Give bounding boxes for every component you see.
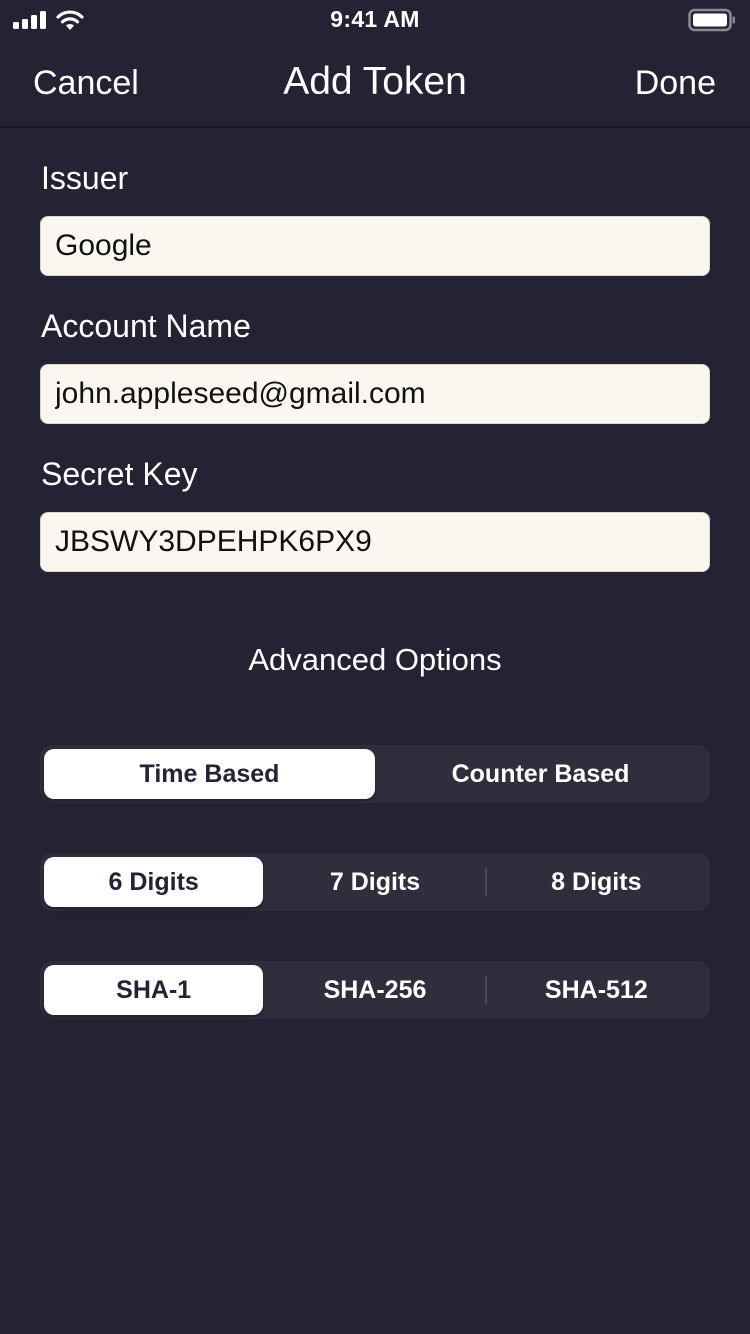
secret-key-label: Secret Key <box>41 456 198 492</box>
issuer-input[interactable] <box>40 216 710 276</box>
advanced-options-heading: Advanced Options <box>248 642 502 677</box>
digits-segmented-control: 6 Digits 7 Digits 8 Digits <box>40 853 710 911</box>
secret-key-input[interactable] <box>40 512 710 572</box>
segment-6-digits[interactable]: 6 Digits <box>44 857 264 907</box>
issuer-label: Issuer <box>41 160 129 196</box>
segment-8-digits[interactable]: 8 Digits <box>487 857 706 907</box>
segment-sha-1[interactable]: SHA-1 <box>44 965 264 1015</box>
algorithm-segmented-control: SHA-1 SHA-256 SHA-512 <box>40 961 710 1019</box>
account-name-label: Account Name <box>41 308 251 344</box>
segment-sha-256[interactable]: SHA-256 <box>265 965 484 1015</box>
done-button[interactable]: Done <box>635 64 716 103</box>
segment-7-digits[interactable]: 7 Digits <box>265 857 484 907</box>
segment-counter-based[interactable]: Counter Based <box>375 749 706 799</box>
status-bar: 9:41 AM <box>0 0 750 40</box>
segment-sha-512[interactable]: SHA-512 <box>487 965 706 1015</box>
token-type-segmented-control: Time Based Counter Based <box>40 745 710 803</box>
status-time: 9:41 AM <box>330 6 420 32</box>
segment-time-based[interactable]: Time Based <box>44 749 375 799</box>
navigation-bar: Cancel Add Token Done <box>0 40 750 128</box>
account-name-input[interactable] <box>40 364 710 424</box>
battery-icon <box>688 8 735 32</box>
